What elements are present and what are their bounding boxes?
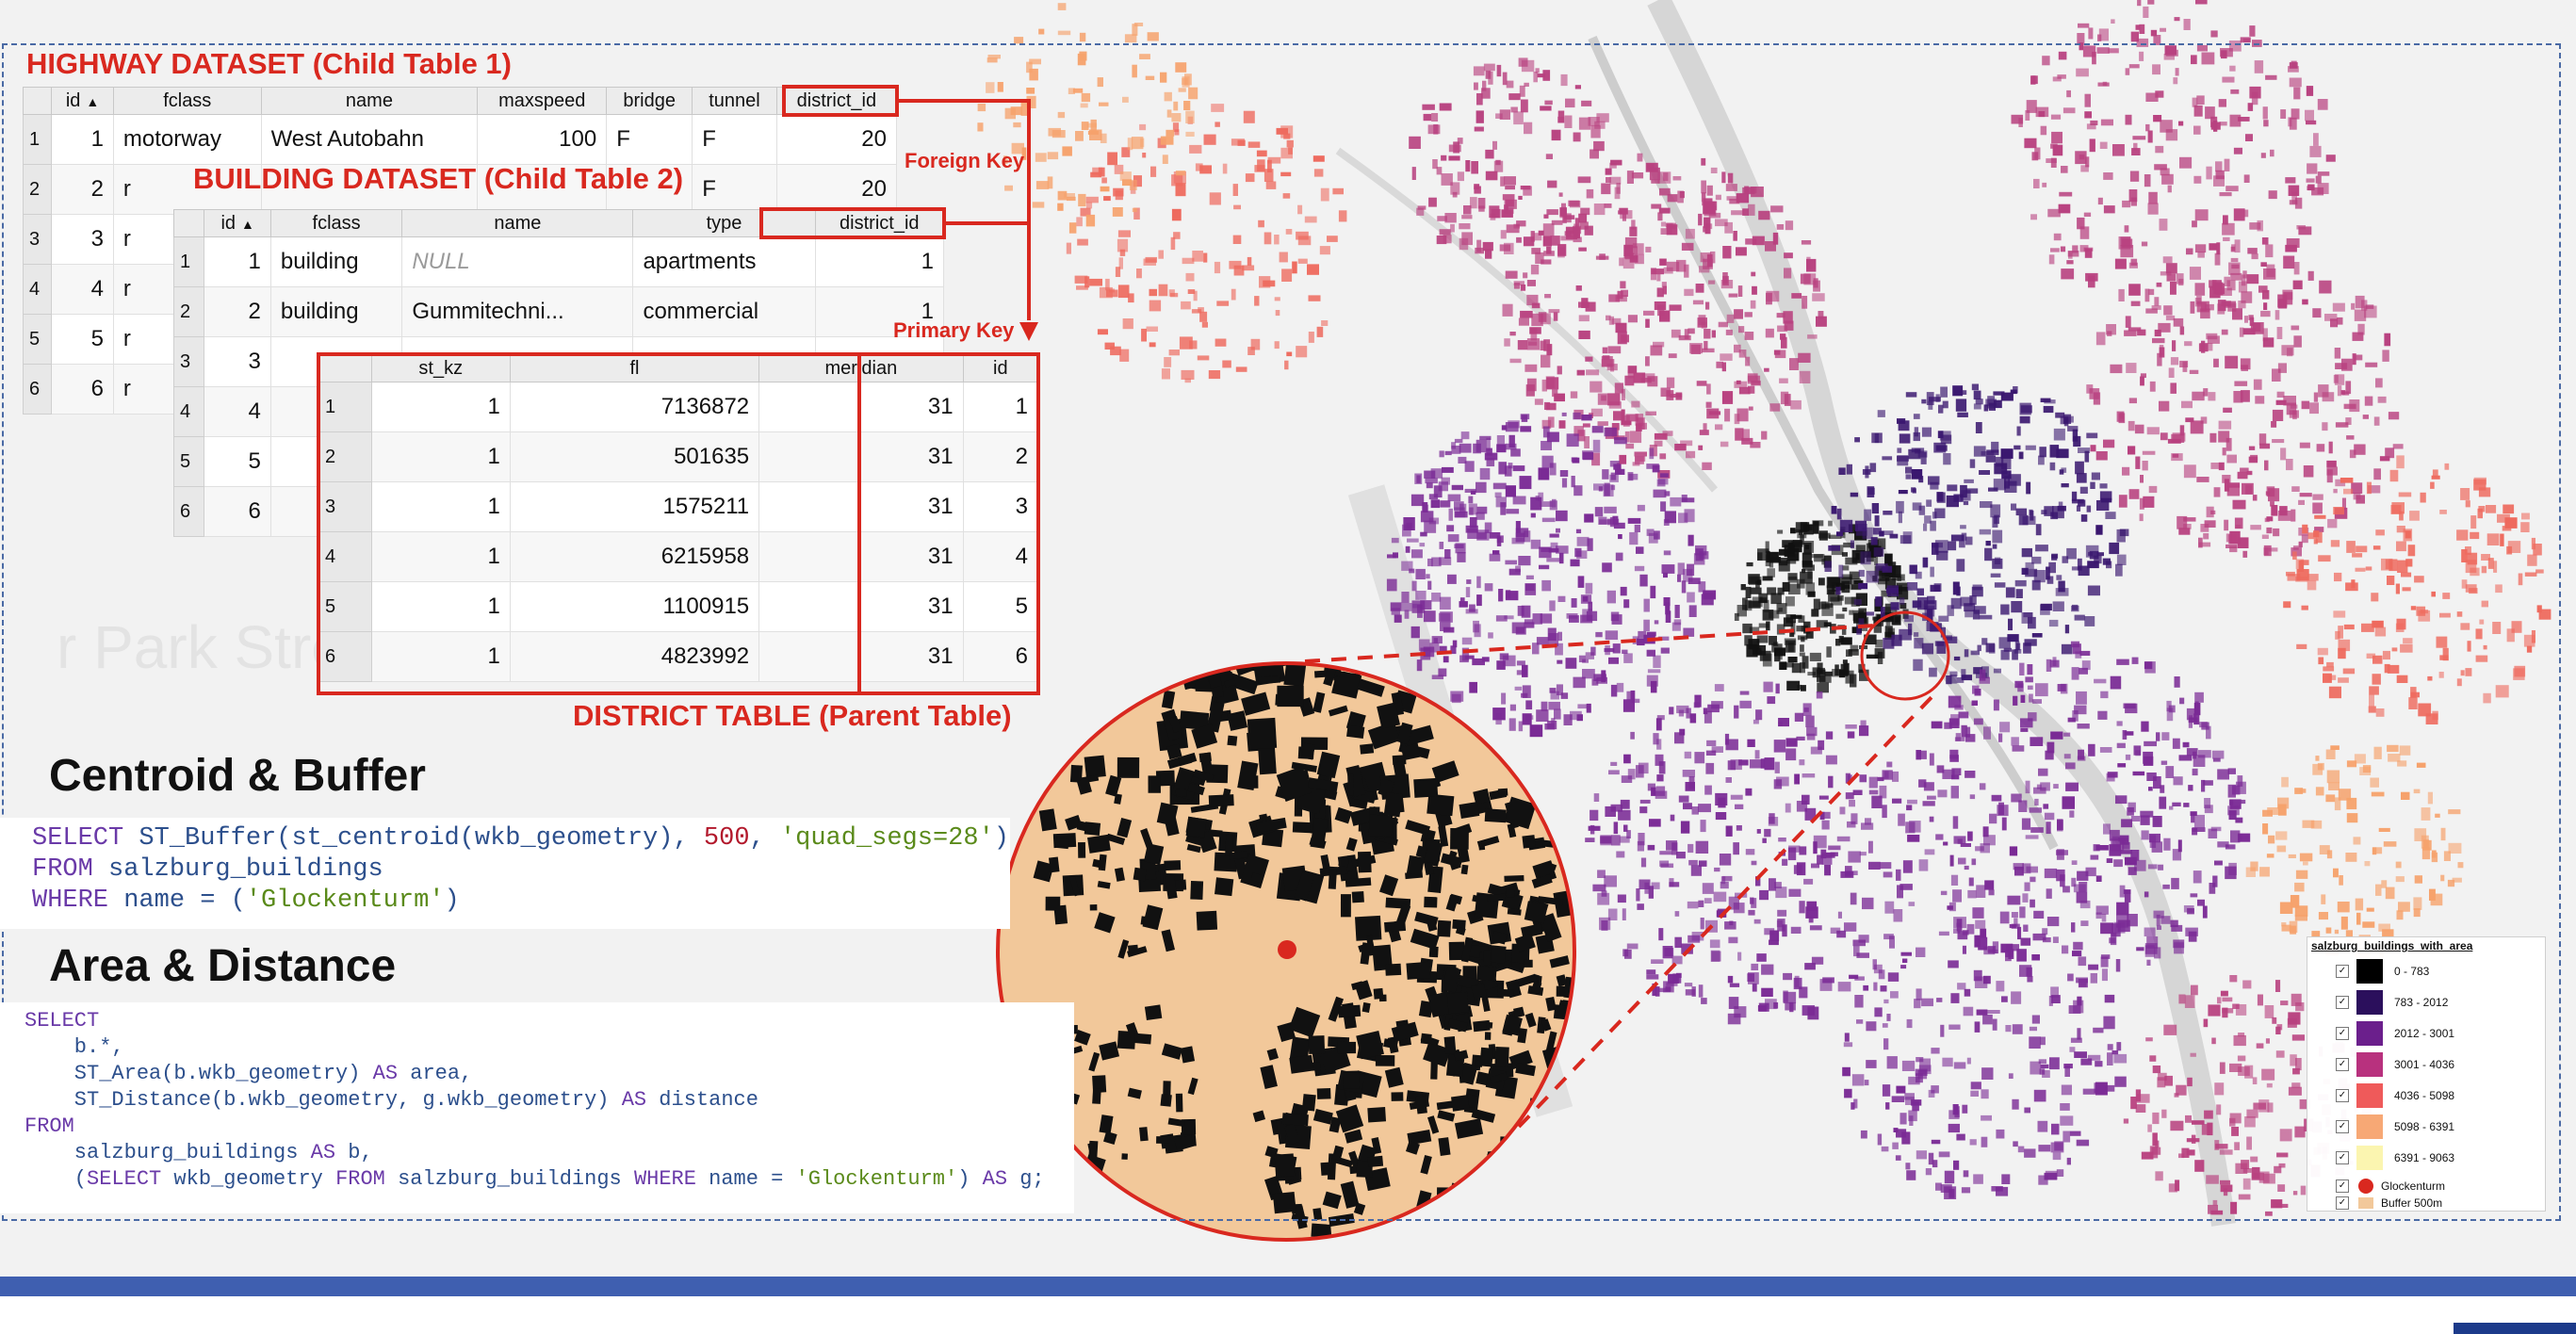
sql-text: area,	[398, 1062, 473, 1085]
legend-class-row[interactable]: ✓ 0 - 783	[2311, 958, 2429, 984]
sql-text: name =	[695, 1167, 796, 1191]
checkbox-checked-icon[interactable]: ✓	[2336, 996, 2349, 1009]
legend-class-row[interactable]: ✓ 5098 - 6391	[2311, 1114, 2454, 1140]
sql-text: )	[957, 1167, 983, 1191]
legend-class-row[interactable]: ✓ 6391 - 9063	[2311, 1145, 2454, 1171]
legend-class-label: 4036 - 5098	[2394, 1089, 2455, 1102]
legend-class-row[interactable]: ✓ 3001 - 4036	[2311, 1051, 2454, 1078]
primary-key-label: Primary Key	[893, 318, 1015, 342]
legend-class-row[interactable]: ✓ 2012 - 3001	[2311, 1020, 2454, 1047]
sql-text: distance	[646, 1088, 758, 1112]
checkbox-checked-icon[interactable]: ✓	[2336, 1089, 2349, 1102]
district-table-highlight	[317, 352, 1040, 695]
map-legend: salzburg_buildings_with_area ✓ 0 - 783 ✓ 78…	[2307, 936, 2546, 1212]
legend-swatch	[2356, 1021, 2383, 1046]
sql-string: 'quad_segs=28'	[779, 824, 994, 853]
legend-class-label: 6391 - 9063	[2394, 1151, 2455, 1164]
area-distance-heading: Area & Distance	[49, 941, 397, 991]
sql-text: ,	[749, 824, 780, 853]
fk-arrowhead	[1019, 322, 1038, 341]
sql-text: salzburg_buildings	[92, 855, 383, 884]
sql-text: )	[444, 887, 460, 915]
sql-text: name = (	[108, 887, 246, 915]
centroid-buffer-sql: SELECT ST_Buffer(st_centroid(wkb_geometr…	[0, 818, 1010, 929]
sql-string: 'Glockenturm'	[245, 887, 445, 915]
district-id-column-highlight	[857, 352, 1040, 695]
legend-swatch	[2356, 1114, 2383, 1139]
sql-number: 500	[703, 824, 750, 853]
sql-keyword: WHERE	[32, 887, 109, 915]
area-distance-sql: SELECT b.*, ST_Area(b.wkb_geometry) AS a…	[0, 1002, 1074, 1213]
footer-strip	[0, 1296, 2576, 1334]
sql-text: ST_Buffer(st_centroid(wkb_geometry),	[123, 824, 704, 853]
checkbox-checked-icon[interactable]: ✓	[2336, 1027, 2349, 1040]
sql-keyword: AS	[982, 1167, 1008, 1191]
legend-layer-title[interactable]: salzburg_buildings_with_area	[2311, 939, 2472, 952]
legend-buffer-label: Buffer 500m	[2381, 1196, 2443, 1210]
legend-class-label: 2012 - 3001	[2394, 1027, 2455, 1040]
sql-text: salzburg_buildings	[24, 1141, 311, 1164]
footer-bar	[0, 1277, 2576, 1296]
legend-class-label: 783 - 2012	[2394, 996, 2449, 1009]
sql-string: 'Glockenturm'	[795, 1167, 958, 1191]
footer-corner-mark	[2454, 1323, 2576, 1334]
sql-keyword: FROM	[32, 855, 93, 884]
sql-text: salzburg_buildings	[384, 1167, 634, 1191]
sql-keyword: AS	[621, 1088, 647, 1112]
legend-class-label: 3001 - 4036	[2394, 1058, 2455, 1071]
legend-class-label: 5098 - 6391	[2394, 1120, 2455, 1133]
sql-text: ST_Area(b.wkb_geometry)	[24, 1062, 373, 1085]
sql-keyword: AS	[310, 1141, 336, 1164]
legend-swatch	[2356, 1052, 2383, 1077]
checkbox-checked-icon[interactable]: ✓	[2336, 965, 2349, 978]
sql-keyword: SELECT	[32, 824, 124, 853]
legend-class-label: 0 - 783	[2394, 965, 2430, 978]
slide: r Park Stre HIGHWAY DATASET (Child Table…	[0, 0, 2576, 1334]
building-district-id-highlight	[759, 207, 946, 239]
sql-text: g;	[1007, 1167, 1045, 1191]
sql-text: )	[993, 824, 1009, 853]
checkbox-checked-icon[interactable]: ✓	[2336, 1151, 2349, 1164]
checkbox-checked-icon[interactable]: ✓	[2336, 1196, 2349, 1210]
sql-keyword: WHERE	[633, 1167, 696, 1191]
checkbox-checked-icon[interactable]: ✓	[2336, 1120, 2349, 1133]
checkbox-checked-icon[interactable]: ✓	[2336, 1058, 2349, 1071]
legend-buffer-row[interactable]: ✓ Buffer 500m	[2311, 1190, 2442, 1216]
legend-swatch	[2356, 1146, 2383, 1170]
sql-keyword: AS	[372, 1062, 399, 1085]
legend-swatch	[2356, 990, 2383, 1015]
legend-class-row[interactable]: ✓ 783 - 2012	[2311, 989, 2448, 1016]
sql-keyword: SELECT	[87, 1167, 162, 1191]
sql-text: wkb_geometry	[161, 1167, 336, 1191]
sql-text: b.*,	[24, 1035, 124, 1059]
sql-text: ST_Distance(b.wkb_geometry, g.wkb_geomet…	[24, 1088, 622, 1112]
legend-swatch	[2356, 1083, 2383, 1108]
centroid-buffer-heading: Centroid & Buffer	[49, 751, 426, 801]
legend-swatch	[2356, 959, 2383, 984]
sql-text: (	[24, 1167, 88, 1191]
legend-class-row[interactable]: ✓ 4036 - 5098	[2311, 1082, 2454, 1109]
sql-keyword: SELECT	[24, 1009, 100, 1033]
sql-keyword: FROM	[335, 1167, 385, 1191]
sql-keyword: FROM	[24, 1114, 74, 1138]
foreign-key-label: Foreign Key	[905, 149, 1025, 172]
highway-district-id-highlight	[782, 85, 899, 117]
buffer-polygon-icon	[2358, 1197, 2373, 1209]
sql-text: b,	[335, 1141, 373, 1164]
